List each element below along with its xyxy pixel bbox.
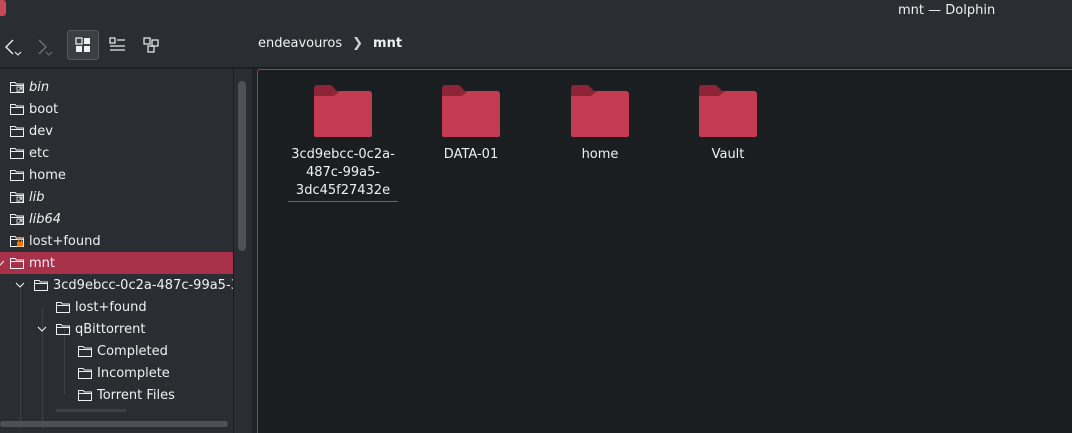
horizontal-scrollbar[interactable]: [0, 421, 228, 427]
folder-name-line: DATA-01: [443, 147, 499, 162]
vertical-scrollbar[interactable]: [238, 81, 246, 251]
breadcrumb-item-endeavouros[interactable]: endeavouros: [258, 36, 342, 51]
folder-icon: [699, 85, 757, 137]
tree-item-label: lost+found: [29, 233, 101, 249]
folder-item-vault[interactable]: Vault: [663, 84, 793, 164]
tree-item-label: lib: [29, 189, 45, 205]
file-view[interactable]: 3cd9ebcc-0c2a- 487c-99a5- 3dc45f27432e DATA…: [257, 69, 1072, 433]
tree-item-lost-found[interactable]: lost+found: [0, 230, 233, 252]
breadcrumb-separator-icon: ❯: [352, 36, 364, 51]
folder-icon: [56, 324, 70, 335]
tree-item-label: mnt: [29, 255, 55, 271]
tree-item-label: home: [29, 167, 66, 183]
folder-icon: [10, 170, 24, 181]
tree-item-label: dev: [29, 123, 53, 139]
folder-icon: [78, 368, 92, 379]
folder-name: DATA-01: [416, 146, 526, 164]
folder-icon: [10, 148, 24, 159]
folder-name: Vault: [673, 146, 783, 164]
folder-icon: [314, 85, 372, 137]
folder-name-line: 487c-99a5-: [305, 165, 381, 180]
icons-view-icon: [75, 37, 90, 52]
tree-item-label: 3cd9ebcc-0c2a-487c-99a5-3dc45f27432e: [53, 277, 233, 293]
expand-arrow-icon[interactable]: [36, 323, 48, 335]
details-view-icon: [109, 37, 125, 51]
folder-name: home: [545, 146, 655, 164]
tree-item-dev[interactable]: dev: [0, 120, 233, 142]
tree-item-label: bin: [29, 79, 50, 95]
tree-item-label: qBittorrent: [75, 321, 146, 337]
icons-view-button[interactable]: [67, 30, 99, 60]
tree-item-lib64[interactable]: lib64: [0, 208, 233, 230]
tree-item-lib[interactable]: lib: [0, 186, 233, 208]
title-bar: mnt — Dolphin: [0, 0, 1072, 22]
tree-item-incomplete[interactable]: Incomplete: [0, 362, 233, 384]
folder-icon: [571, 85, 629, 137]
folder-icon: [10, 82, 24, 93]
folder-icon: [10, 126, 24, 137]
tree-item-3cd9ebcc-0c2a-487c-99a5-3dc45f[interactable]: 3cd9ebcc-0c2a-487c-99a5-3dc45f27432e: [0, 274, 233, 296]
folder-icon: [56, 302, 70, 313]
tree-item-label: lib64: [29, 211, 62, 227]
tree-item-label: Torrent Files: [97, 387, 175, 403]
folder-icon: [10, 258, 24, 269]
compact-view-button[interactable]: [138, 30, 164, 60]
tree-item-mnt[interactable]: mnt: [0, 252, 233, 274]
tree-item-label: lost+found: [75, 299, 147, 315]
tree-item-boot[interactable]: boot: [0, 98, 233, 120]
tree-item-qbittorrent[interactable]: qBittorrent: [0, 318, 233, 340]
folder-name-line: home: [581, 147, 619, 162]
window-title: mnt — Dolphin: [898, 3, 996, 18]
panel-divider: [233, 69, 234, 433]
compact-view-icon: [143, 37, 159, 53]
tree-item-label: etc: [29, 145, 50, 161]
folder-icon: [10, 192, 24, 203]
folder-icon: [10, 214, 24, 225]
tree-item-partial: [56, 409, 126, 412]
back-button[interactable]: [0, 30, 24, 60]
folder-icon: [78, 390, 92, 401]
app-icon: [0, 0, 6, 16]
folder-name-line: Vault: [711, 147, 745, 162]
tree-item-label: Completed: [97, 343, 168, 359]
folder-icon: [442, 85, 500, 137]
breadcrumb: endeavouros ❯ mnt: [258, 36, 402, 51]
tree-item-home[interactable]: home: [0, 164, 233, 186]
forward-button[interactable]: [30, 30, 56, 60]
tree-item-lost-found[interactable]: lost+found: [0, 296, 233, 318]
tree-item-bin[interactable]: bin: [0, 76, 233, 98]
breadcrumb-item-mnt[interactable]: mnt: [373, 36, 402, 51]
tree-item-label: boot: [29, 101, 59, 117]
folder-item-3cd9ebcc-0c2a-487c-99a5-[interactable]: 3cd9ebcc-0c2a- 487c-99a5- 3dc45f27432e: [278, 84, 408, 202]
chevron-right-icon: [38, 39, 53, 56]
folder-icon: [34, 280, 48, 291]
tree-item-completed[interactable]: Completed: [0, 340, 233, 362]
folder-item-data-01[interactable]: DATA-01: [406, 84, 536, 164]
folder-name-line: 3cd9ebcc-0c2a-: [291, 147, 395, 162]
tree-item-label: Incomplete: [97, 365, 170, 381]
folder-name-line: 3dc45f27432e: [295, 183, 391, 198]
details-view-button[interactable]: [104, 30, 130, 60]
folder-icon: [10, 236, 24, 247]
folder-name: 3cd9ebcc-0c2a- 487c-99a5- 3dc45f27432e: [288, 146, 398, 202]
folder-icon: [78, 346, 92, 357]
toolbar: endeavouros ❯ mnt: [0, 22, 1072, 68]
folder-item-home[interactable]: home: [535, 84, 665, 164]
folder-icon: [10, 104, 24, 115]
tree-item-etc[interactable]: etc: [0, 142, 233, 164]
folders-panel: bin boot dev etc home lib lib64 lost+found mnt 3c…: [0, 69, 252, 433]
expand-arrow-icon[interactable]: [0, 257, 6, 269]
expand-arrow-icon[interactable]: [14, 279, 26, 291]
chevron-left-icon: [5, 39, 22, 56]
tree-item-torrent-files[interactable]: Torrent Files: [0, 384, 233, 406]
